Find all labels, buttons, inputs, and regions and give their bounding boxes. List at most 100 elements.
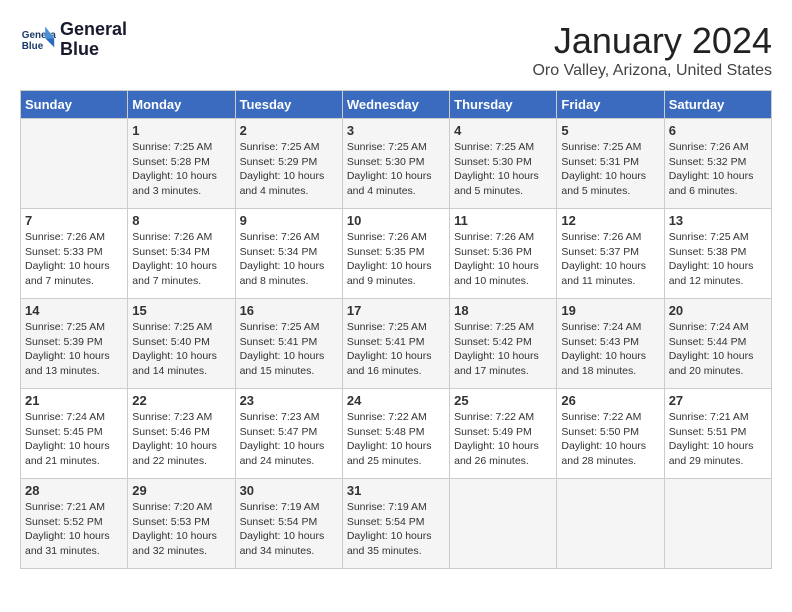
calendar-table: SundayMondayTuesdayWednesdayThursdayFrid…: [20, 90, 772, 569]
calendar-cell: [664, 479, 771, 569]
calendar-cell: 5 Sunrise: 7:25 AM Sunset: 5:31 PM Daylig…: [557, 119, 664, 209]
calendar-body: 1Sunrise: 7:25 AM Sunset: 5:28 PM Daylig…: [21, 119, 772, 569]
calendar-cell: 14Sunrise: 7:25 AM Sunset: 5:39 PM Dayli…: [21, 299, 128, 389]
day-header-monday: Monday: [128, 91, 235, 119]
calendar-cell: 21 Sunrise: 7:24 AM Sunset: 5:45 PM Dayli…: [21, 389, 128, 479]
calendar-week: 7 Sunrise: 7:26 AM Sunset: 5:33 PM Daylig…: [21, 209, 772, 299]
day-number: 4: [454, 123, 552, 138]
day-number: 1: [132, 123, 230, 138]
calendar-cell: 1Sunrise: 7:25 AM Sunset: 5:28 PM Daylig…: [128, 119, 235, 209]
calendar-cell: 17 Sunrise: 7:25 AM Sunset: 5:41 PM Dayli…: [342, 299, 449, 389]
day-number: 16: [240, 303, 338, 318]
svg-text:Blue: Blue: [22, 41, 44, 52]
day-info: Sunrise: 7:26 AM Sunset: 5:34 PM Dayligh…: [240, 230, 338, 289]
calendar-cell: 6Sunrise: 7:26 AM Sunset: 5:32 PM Daylig…: [664, 119, 771, 209]
day-header-wednesday: Wednesday: [342, 91, 449, 119]
day-info: Sunrise: 7:22 AM Sunset: 5:49 PM Dayligh…: [454, 410, 552, 469]
day-info: Sunrise: 7:26 AM Sunset: 5:34 PM Dayligh…: [132, 230, 230, 289]
day-info: Sunrise: 7:20 AM Sunset: 5:53 PM Dayligh…: [132, 500, 230, 559]
day-header-sunday: Sunday: [21, 91, 128, 119]
calendar-cell: 10 Sunrise: 7:26 AM Sunset: 5:35 PM Dayli…: [342, 209, 449, 299]
day-number: 27: [669, 393, 767, 408]
day-header-friday: Friday: [557, 91, 664, 119]
calendar-cell: 7 Sunrise: 7:26 AM Sunset: 5:33 PM Daylig…: [21, 209, 128, 299]
calendar-cell: 29 Sunrise: 7:20 AM Sunset: 5:53 PM Dayli…: [128, 479, 235, 569]
day-info: Sunrise: 7:25 AM Sunset: 5:29 PM Dayligh…: [240, 140, 338, 199]
day-info: Sunrise: 7:26 AM Sunset: 5:36 PM Dayligh…: [454, 230, 552, 289]
calendar-week: 14Sunrise: 7:25 AM Sunset: 5:39 PM Dayli…: [21, 299, 772, 389]
logo: General Blue General Blue: [20, 20, 127, 60]
calendar-cell: 18 Sunrise: 7:25 AM Sunset: 5:42 PM Dayli…: [450, 299, 557, 389]
day-number: 9: [240, 213, 338, 228]
title-block: January 2024 Oro Valley, Arizona, United…: [532, 20, 772, 80]
day-header-thursday: Thursday: [450, 91, 557, 119]
day-number: 24: [347, 393, 445, 408]
day-info: Sunrise: 7:19 AM Sunset: 5:54 PM Dayligh…: [240, 500, 338, 559]
day-number: 25: [454, 393, 552, 408]
day-info: Sunrise: 7:24 AM Sunset: 5:44 PM Dayligh…: [669, 320, 767, 379]
calendar-cell: 30 Sunrise: 7:19 AM Sunset: 5:54 PM Dayli…: [235, 479, 342, 569]
calendar-cell: 23 Sunrise: 7:23 AM Sunset: 5:47 PM Dayli…: [235, 389, 342, 479]
day-info: Sunrise: 7:21 AM Sunset: 5:52 PM Dayligh…: [25, 500, 123, 559]
day-number: 22: [132, 393, 230, 408]
calendar-week: 21 Sunrise: 7:24 AM Sunset: 5:45 PM Dayli…: [21, 389, 772, 479]
calendar-cell: 22 Sunrise: 7:23 AM Sunset: 5:46 PM Dayli…: [128, 389, 235, 479]
day-number: 31: [347, 483, 445, 498]
calendar-cell: 9 Sunrise: 7:26 AM Sunset: 5:34 PM Daylig…: [235, 209, 342, 299]
day-number: 23: [240, 393, 338, 408]
calendar-cell: 19 Sunrise: 7:24 AM Sunset: 5:43 PM Dayli…: [557, 299, 664, 389]
day-info: Sunrise: 7:25 AM Sunset: 5:41 PM Dayligh…: [347, 320, 445, 379]
day-info: Sunrise: 7:25 AM Sunset: 5:40 PM Dayligh…: [132, 320, 230, 379]
day-info: Sunrise: 7:24 AM Sunset: 5:45 PM Dayligh…: [25, 410, 123, 469]
calendar-week: 1Sunrise: 7:25 AM Sunset: 5:28 PM Daylig…: [21, 119, 772, 209]
day-info: Sunrise: 7:26 AM Sunset: 5:37 PM Dayligh…: [561, 230, 659, 289]
day-number: 7: [25, 213, 123, 228]
day-info: Sunrise: 7:22 AM Sunset: 5:50 PM Dayligh…: [561, 410, 659, 469]
day-number: 20: [669, 303, 767, 318]
day-number: 10: [347, 213, 445, 228]
month-title: January 2024: [532, 20, 772, 62]
location: Oro Valley, Arizona, United States: [532, 62, 772, 80]
calendar-cell: [21, 119, 128, 209]
day-info: Sunrise: 7:25 AM Sunset: 5:30 PM Dayligh…: [454, 140, 552, 199]
day-number: 8: [132, 213, 230, 228]
day-number: 14: [25, 303, 123, 318]
day-info: Sunrise: 7:23 AM Sunset: 5:46 PM Dayligh…: [132, 410, 230, 469]
day-number: 13: [669, 213, 767, 228]
day-number: 17: [347, 303, 445, 318]
day-number: 18: [454, 303, 552, 318]
day-info: Sunrise: 7:23 AM Sunset: 5:47 PM Dayligh…: [240, 410, 338, 469]
day-number: 5: [561, 123, 659, 138]
day-info: Sunrise: 7:25 AM Sunset: 5:42 PM Dayligh…: [454, 320, 552, 379]
day-number: 29: [132, 483, 230, 498]
calendar-cell: 8 Sunrise: 7:26 AM Sunset: 5:34 PM Daylig…: [128, 209, 235, 299]
day-info: Sunrise: 7:25 AM Sunset: 5:30 PM Dayligh…: [347, 140, 445, 199]
day-number: 26: [561, 393, 659, 408]
day-number: 28: [25, 483, 123, 498]
calendar-cell: 20 Sunrise: 7:24 AM Sunset: 5:44 PM Dayli…: [664, 299, 771, 389]
day-number: 12: [561, 213, 659, 228]
calendar-cell: 16Sunrise: 7:25 AM Sunset: 5:41 PM Dayli…: [235, 299, 342, 389]
day-number: 19: [561, 303, 659, 318]
calendar-cell: 12 Sunrise: 7:26 AM Sunset: 5:37 PM Dayli…: [557, 209, 664, 299]
day-number: 11: [454, 213, 552, 228]
day-number: 15: [132, 303, 230, 318]
day-number: 2: [240, 123, 338, 138]
calendar-cell: 25 Sunrise: 7:22 AM Sunset: 5:49 PM Dayli…: [450, 389, 557, 479]
calendar-cell: 4 Sunrise: 7:25 AM Sunset: 5:30 PM Daylig…: [450, 119, 557, 209]
calendar-cell: 13 Sunrise: 7:25 AM Sunset: 5:38 PM Dayli…: [664, 209, 771, 299]
day-info: Sunrise: 7:26 AM Sunset: 5:32 PM Dayligh…: [669, 140, 767, 199]
day-info: Sunrise: 7:24 AM Sunset: 5:43 PM Dayligh…: [561, 320, 659, 379]
logo-icon: General Blue: [20, 22, 56, 58]
day-header-tuesday: Tuesday: [235, 91, 342, 119]
day-number: 30: [240, 483, 338, 498]
day-number: 21: [25, 393, 123, 408]
day-info: Sunrise: 7:25 AM Sunset: 5:31 PM Dayligh…: [561, 140, 659, 199]
day-info: Sunrise: 7:26 AM Sunset: 5:33 PM Dayligh…: [25, 230, 123, 289]
day-info: Sunrise: 7:25 AM Sunset: 5:38 PM Dayligh…: [669, 230, 767, 289]
day-info: Sunrise: 7:19 AM Sunset: 5:54 PM Dayligh…: [347, 500, 445, 559]
day-info: Sunrise: 7:22 AM Sunset: 5:48 PM Dayligh…: [347, 410, 445, 469]
calendar-cell: 31 Sunrise: 7:19 AM Sunset: 5:54 PM Dayli…: [342, 479, 449, 569]
day-info: Sunrise: 7:26 AM Sunset: 5:35 PM Dayligh…: [347, 230, 445, 289]
calendar-cell: 2 Sunrise: 7:25 AM Sunset: 5:29 PM Daylig…: [235, 119, 342, 209]
